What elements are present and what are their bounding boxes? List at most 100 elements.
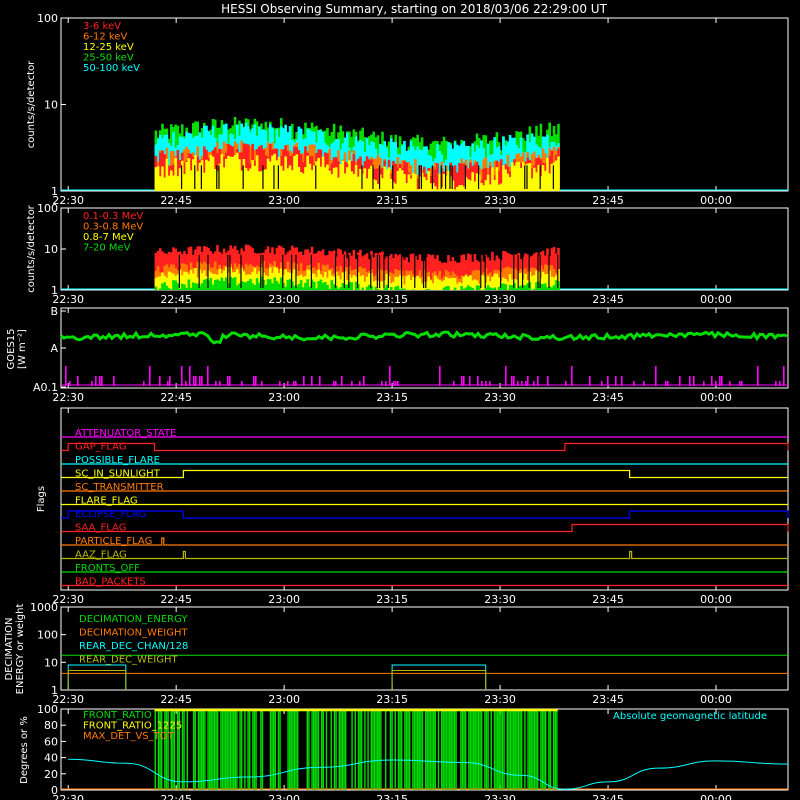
front-ratio-bar (295, 709, 297, 790)
front-ratio-bar (506, 709, 508, 790)
front-ratio-bar (216, 709, 219, 790)
low-energy-dropout (242, 165, 244, 189)
front-ratio-bar (272, 709, 275, 790)
x-tick-label: 23:45 (592, 391, 624, 404)
x-tick-label: 23:45 (592, 194, 624, 207)
goes-spike (783, 366, 785, 386)
front-ratio-bar (240, 709, 243, 790)
high-energy-dropout (282, 254, 284, 288)
x-tick-label: 23:00 (268, 391, 300, 404)
decimation-y-tick-label: 100 (37, 629, 58, 642)
high-energy-bar (361, 287, 364, 290)
x-tick-label: 23:15 (376, 194, 408, 207)
low-energy-dropout (378, 165, 381, 189)
front-ratio-bar (221, 709, 224, 790)
front-ratio-bar (397, 709, 400, 790)
front-ratio-bar (407, 709, 409, 790)
front-ratio-bar (279, 709, 281, 790)
front-ratio-bar (501, 709, 504, 790)
x-tick-label: 23:00 (268, 593, 300, 606)
low-energy-dropout (218, 165, 220, 189)
goes-spike (757, 366, 759, 386)
x-tick-label: 23:30 (484, 194, 516, 207)
goes-spike (181, 366, 183, 386)
front-ratio-bar (514, 709, 516, 790)
low-energy-dropout (440, 165, 442, 189)
front-ratio-bar (314, 709, 316, 790)
front-ratio-bar (248, 709, 251, 790)
front-ratio-bar (476, 709, 478, 790)
high-energy-dropout (513, 254, 515, 288)
x-tick-label: 22:45 (160, 293, 192, 306)
x-tick-label: 23:15 (376, 693, 408, 706)
low-energy-dropout (200, 165, 202, 189)
front-ratio-bar (208, 709, 211, 790)
front-ratio-bar (444, 709, 446, 790)
goes-spike (189, 366, 191, 386)
x-tick-label: 23:00 (268, 293, 300, 306)
high-energy-bar (427, 289, 430, 290)
high-energy-dropout (480, 254, 482, 288)
x-tick-label: 22:45 (160, 693, 192, 706)
high-energy-bar (403, 288, 406, 290)
low-energy-dropout (372, 165, 374, 189)
front-ratio-bar (527, 709, 529, 790)
high-energy-dropout (414, 254, 416, 288)
x-tick-label: 23:15 (376, 793, 408, 800)
front-ratio-bar (437, 709, 440, 790)
front-ratio-bar (384, 709, 387, 790)
front-ratio-bar (548, 709, 550, 790)
high-energy-legend-entry: 0.8-7 MeV (83, 232, 134, 243)
front-ratio-bar (367, 709, 369, 790)
decimation-legend-entry: REAR_DEC_WEIGHT (79, 655, 178, 666)
front-ratio-bar (495, 709, 497, 790)
front-ratio-bar (370, 709, 372, 790)
x-tick-label: 23:00 (268, 693, 300, 706)
goes-spike (505, 366, 507, 386)
front-ratio-bar (554, 709, 556, 790)
goes-spike (149, 366, 151, 386)
low-energy-bar (557, 156, 560, 191)
high-energy-dropout (557, 254, 559, 288)
front-ratio-bar (508, 709, 510, 790)
low-energy-dropout (444, 165, 447, 189)
goes-y-tick-label: A (50, 342, 58, 355)
low-energy-dropout (194, 165, 196, 189)
low-energy-bar (414, 174, 417, 191)
front-ratio-bar (380, 709, 382, 790)
low-energy-ylabel: counts/s/detector (26, 60, 37, 148)
high-energy-dropout (517, 254, 519, 288)
high-energy-bar (447, 286, 450, 290)
front-ratio-bar (517, 709, 520, 790)
x-tick-label: 22:45 (160, 194, 192, 207)
high-energy-bar (376, 288, 380, 290)
low-energy-dropout (216, 165, 218, 189)
front-ratio-bar (420, 709, 422, 790)
decimation-y-tick-label: 1 (51, 684, 58, 697)
low-energy-dropout (180, 165, 183, 189)
front-ratio-bar (477, 709, 480, 790)
front-ratio-bar (364, 709, 366, 790)
front-ratio-bar (399, 709, 401, 790)
x-tick-label: 23:15 (376, 391, 408, 404)
front-ratio-bar (440, 709, 443, 790)
low-energy-dropout (526, 165, 528, 189)
high-energy-dropout (548, 254, 550, 288)
front-ratio-bar (432, 709, 435, 790)
front-ratio-bar (287, 709, 289, 790)
decimation-legend-entry: DECIMATION_WEIGHT (79, 628, 188, 639)
high-energy-dropout (387, 254, 389, 288)
front-ratio-bar (378, 709, 380, 790)
goes-spike (439, 366, 441, 386)
goes-spike (207, 366, 209, 386)
front-ratio-bar (376, 709, 379, 790)
low-energy-legend-entry: 50-100 keV (83, 63, 140, 74)
flag-label: FLARE_FLAG (75, 496, 138, 507)
high-energy-bar (493, 287, 496, 290)
front-ratio-bar (445, 709, 448, 790)
high-energy-dropout (310, 254, 312, 288)
front-ratio-bar (391, 709, 393, 790)
front-ratio-bar (255, 709, 257, 790)
front-ratio-bar (183, 709, 185, 790)
x-tick-label: 23:45 (592, 593, 624, 606)
